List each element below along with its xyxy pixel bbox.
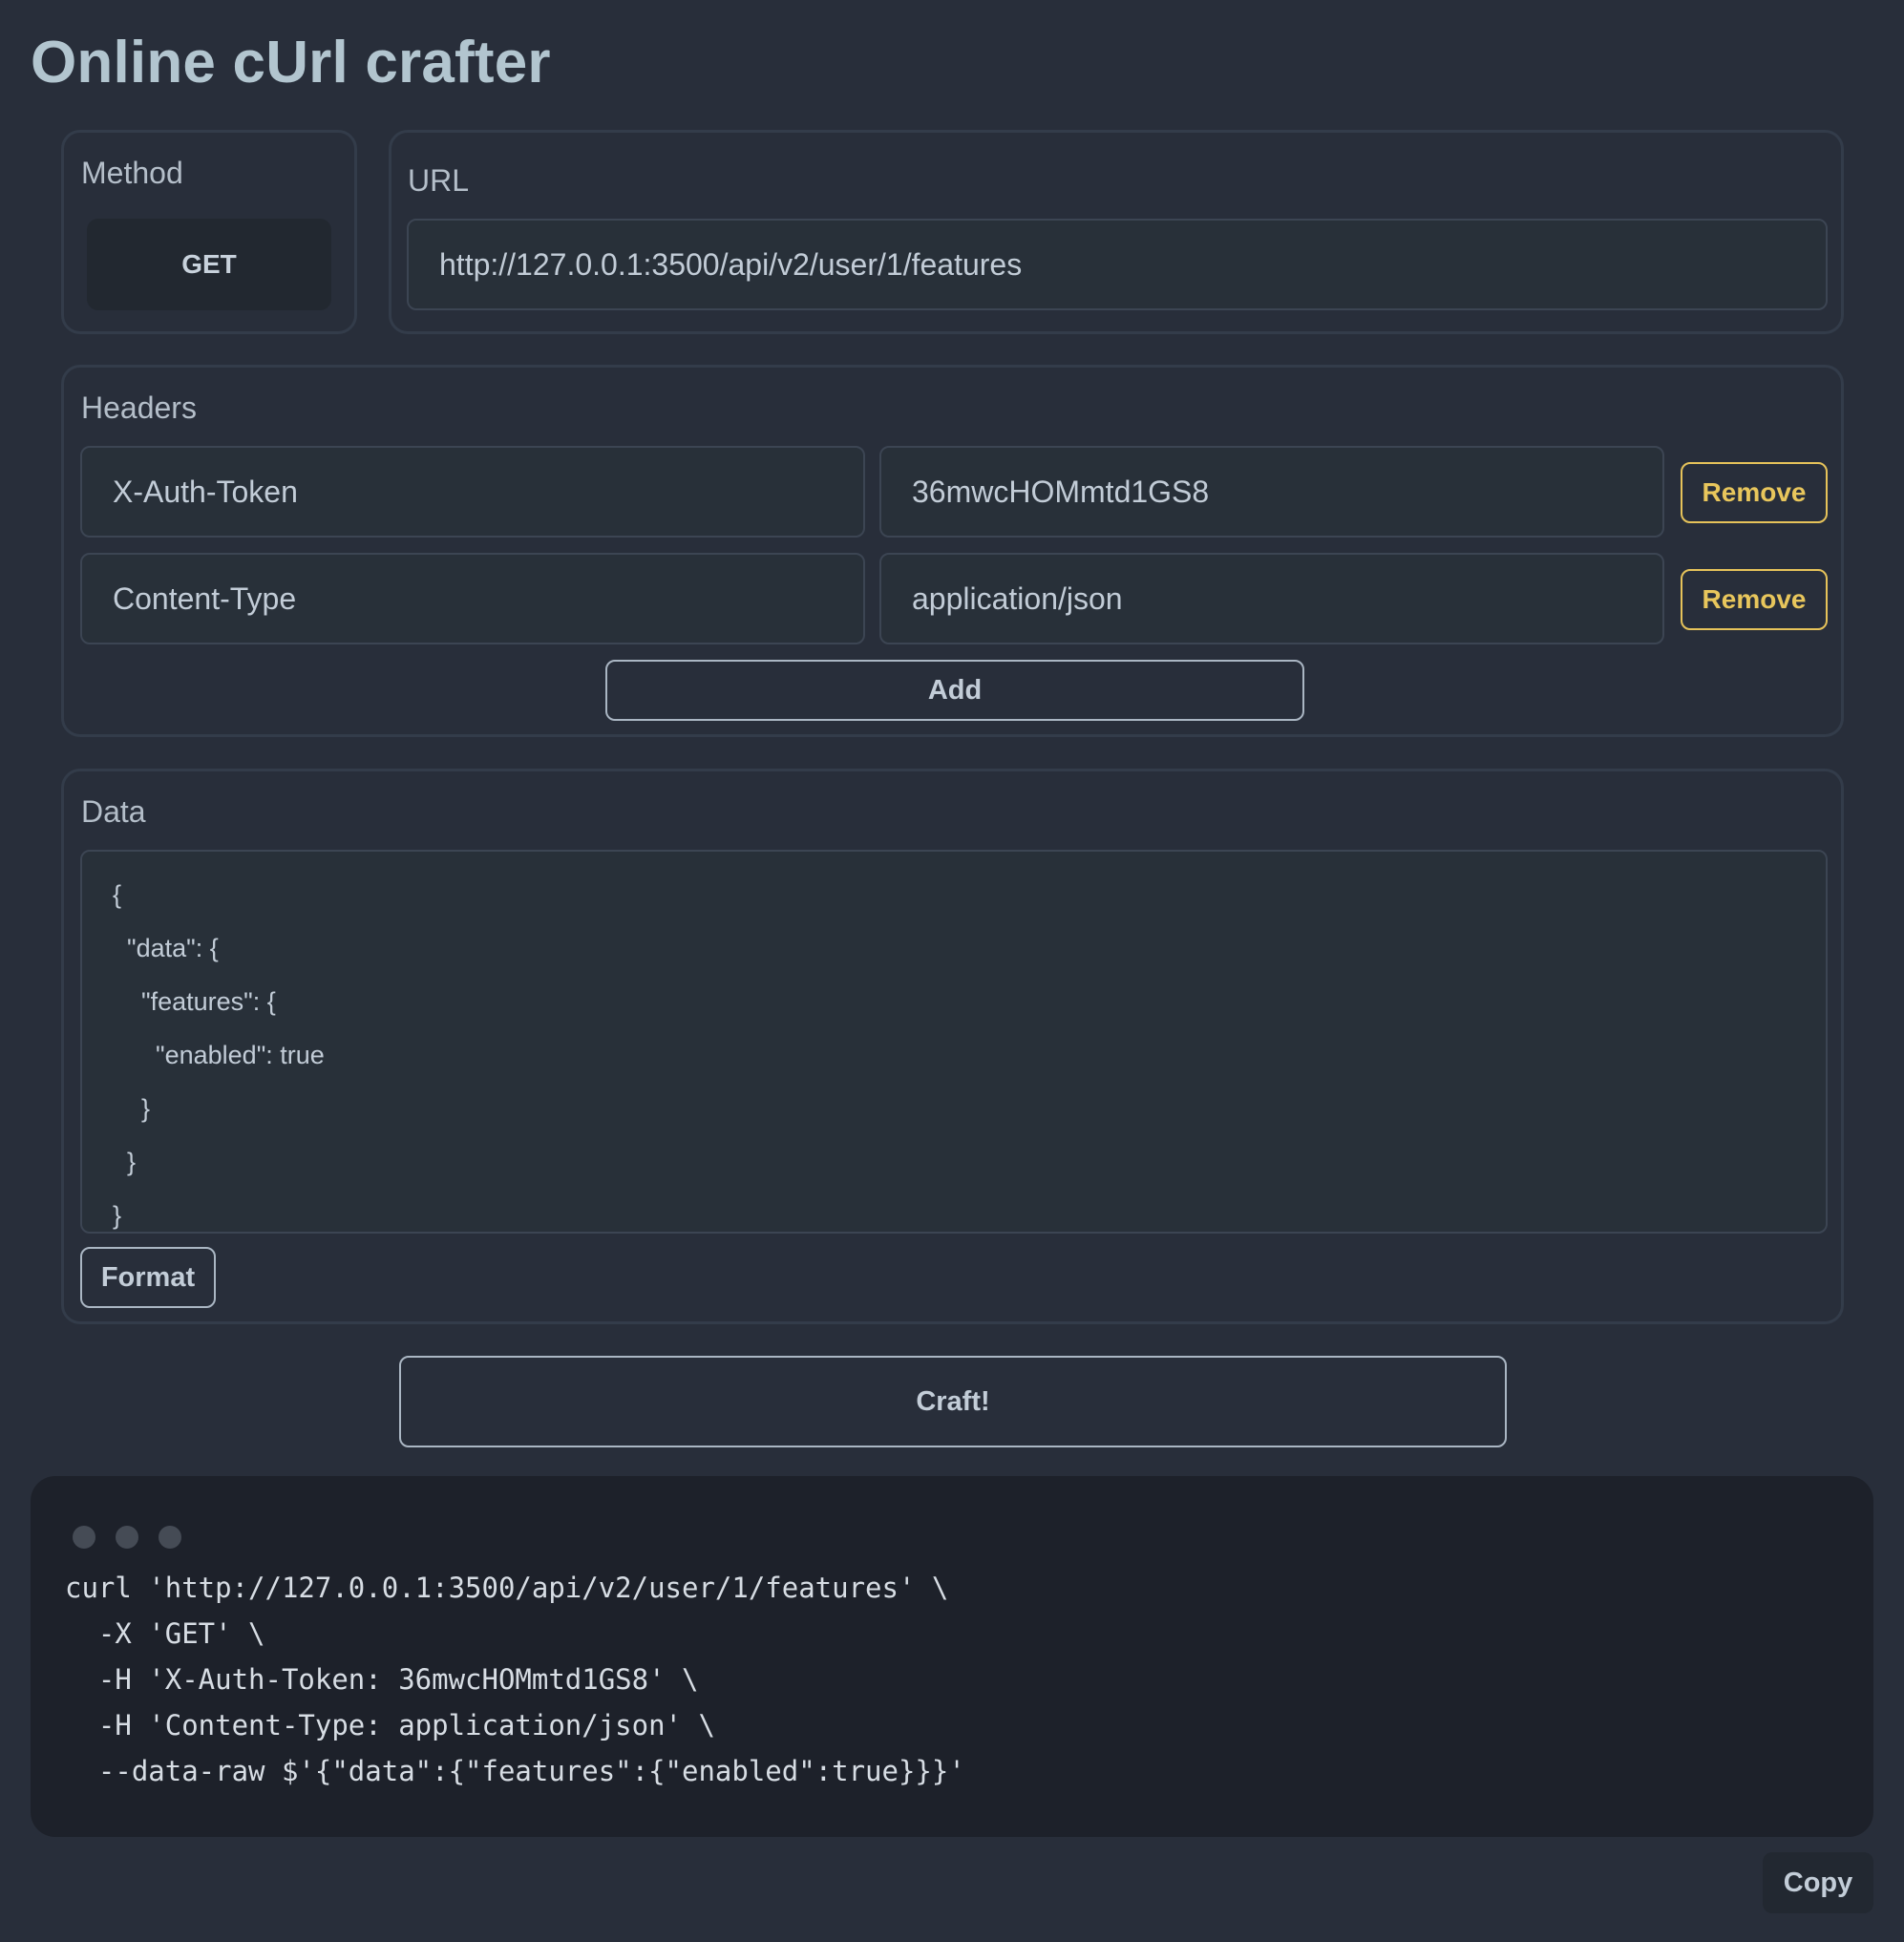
curl-command-line: --data-raw $'{"data":{"features":{"enabl… [65,1755,965,1787]
data-line: } [113,1094,151,1123]
curl-output-panel: curl 'http://127.0.0.1:3500/api/v2/user/… [31,1476,1873,1837]
data-line: } [113,1201,122,1230]
method-select-button[interactable]: GET [87,219,331,310]
remove-header-button[interactable]: Remove [1681,462,1828,523]
data-line: { [113,880,122,909]
data-textarea[interactable]: { "data": { "features": { "enabled": tru… [80,850,1828,1234]
header-value-input[interactable]: 36mwcHOMmtd1GS8 [879,446,1664,538]
header-value-input[interactable]: application/json [879,553,1664,644]
header-key-input[interactable]: X-Auth-Token [80,446,865,538]
headers-legend: Headers [81,391,197,425]
url-fieldset: URL http://127.0.0.1:3500/api/v2/user/1/… [389,130,1844,334]
data-fieldset: Data { "data": { "features": { "enabled"… [61,769,1844,1324]
page-title: Online cUrl crafter [31,30,551,95]
method-fieldset: Method GET [61,130,357,334]
curl-command-line: -H 'X-Auth-Token: 36mwcHOMmtd1GS8' \ [65,1663,699,1696]
data-line: "data": { [113,934,219,962]
format-button[interactable]: Format [80,1247,216,1308]
header-key-input[interactable]: Content-Type [80,553,865,644]
url-input[interactable]: http://127.0.0.1:3500/api/v2/user/1/feat… [407,219,1828,310]
add-header-button[interactable]: Add [605,660,1304,721]
headers-fieldset: Headers X-Auth-Token 36mwcHOMmtd1GS8 Rem… [61,365,1844,737]
curl-command-line: curl 'http://127.0.0.1:3500/api/v2/user/… [65,1572,949,1604]
window-dot-icon [73,1526,95,1549]
method-legend: Method [81,156,183,190]
craft-button[interactable]: Craft! [399,1356,1507,1447]
curl-command-line: -X 'GET' \ [65,1617,265,1650]
data-legend: Data [81,794,146,829]
data-line: "features": { [113,987,276,1016]
data-line: "enabled": true [113,1041,325,1069]
url-legend: URL [408,163,470,198]
curl-command-line: -H 'Content-Type: application/json' \ [65,1709,715,1741]
data-line: } [113,1148,137,1176]
window-dot-icon [159,1526,181,1549]
remove-header-button[interactable]: Remove [1681,569,1828,630]
copy-button[interactable]: Copy [1763,1852,1873,1913]
window-dot-icon [116,1526,138,1549]
